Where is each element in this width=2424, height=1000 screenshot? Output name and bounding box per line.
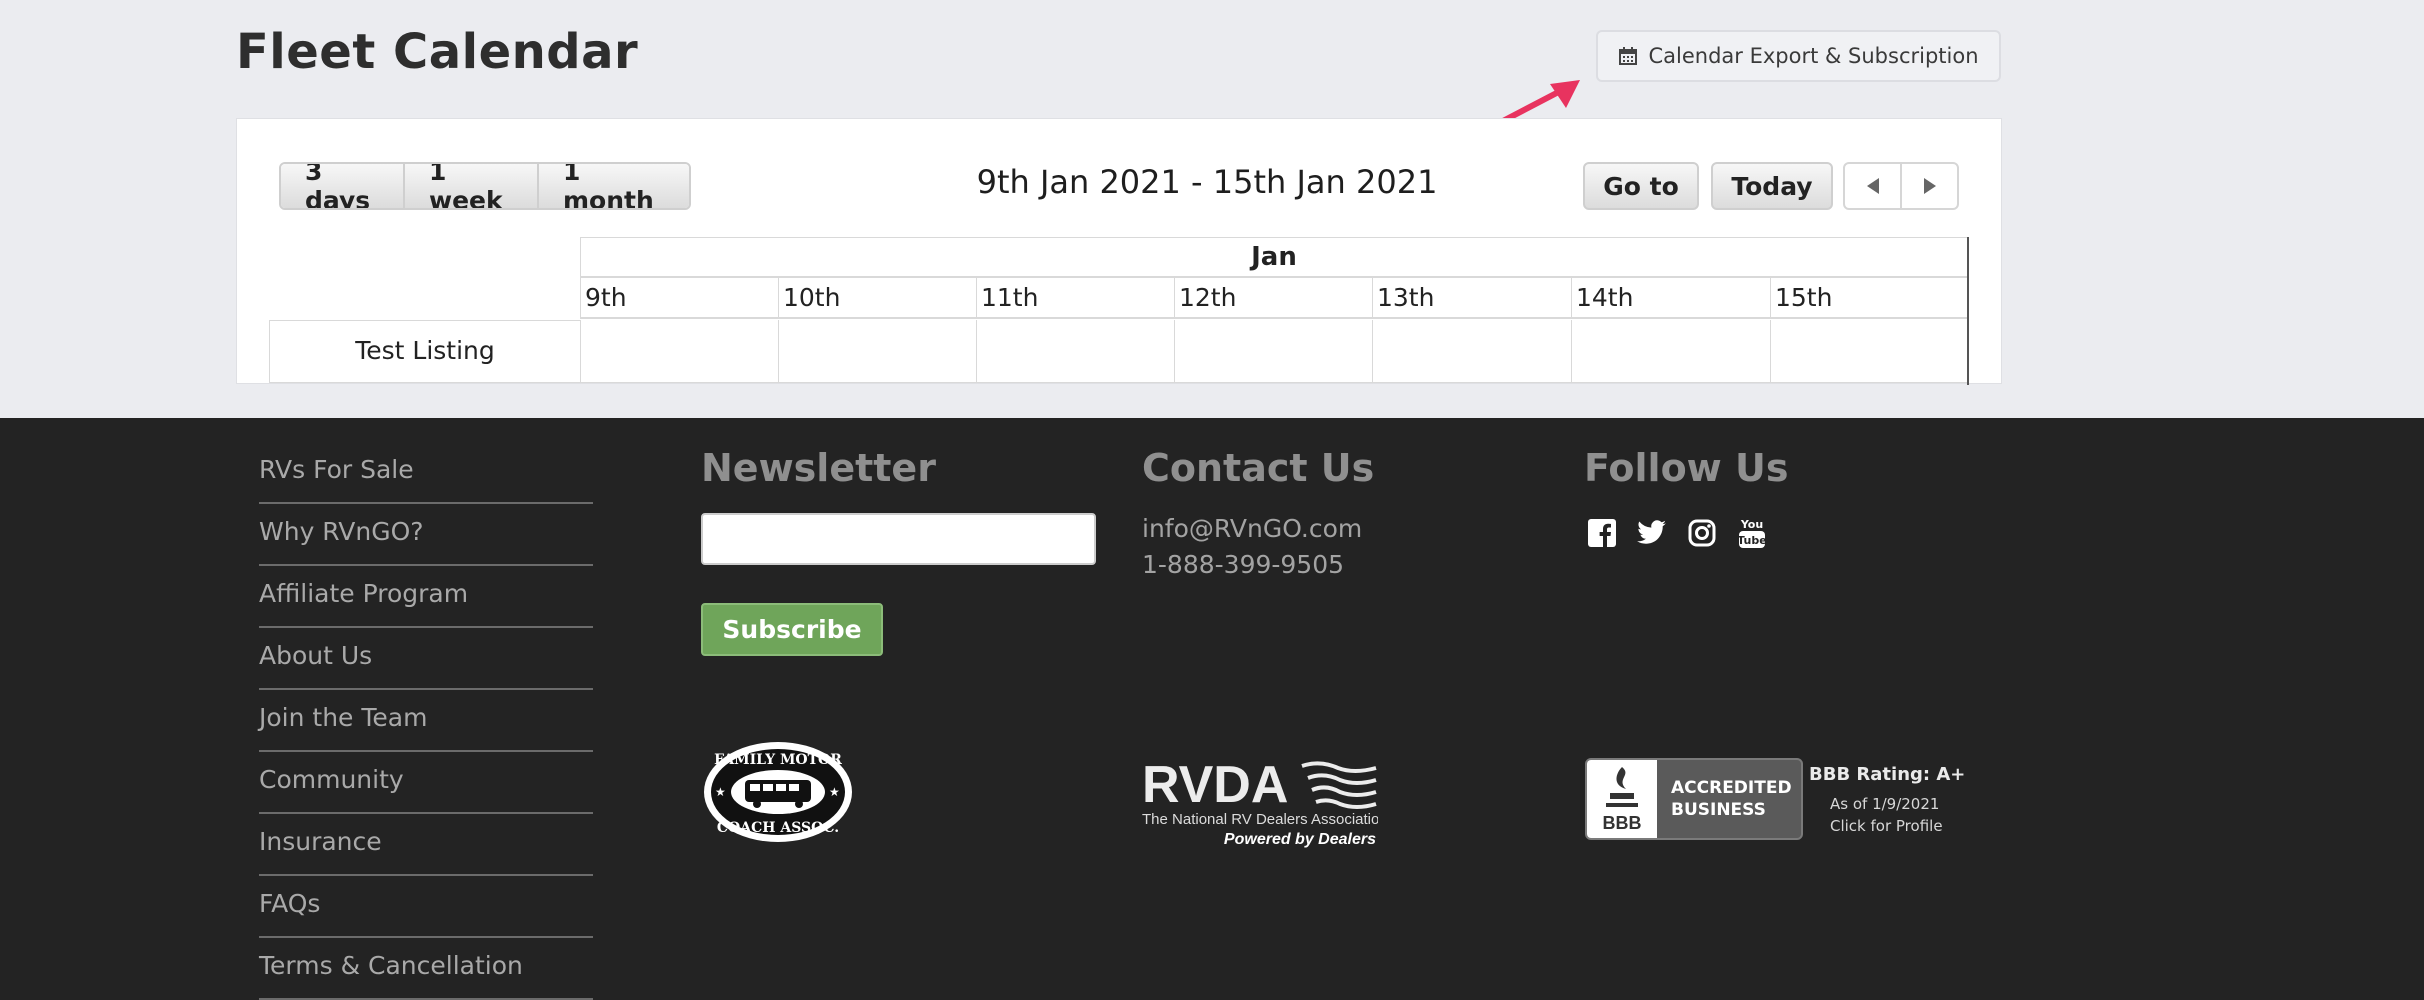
calendar-slot[interactable]	[1770, 320, 1967, 383]
facebook-icon[interactable]	[1587, 518, 1617, 548]
calendar-slot[interactable]	[1372, 320, 1571, 383]
footer-link-faqs[interactable]: FAQs	[259, 876, 593, 938]
bbb-click-profile[interactable]: Click for Profile	[1830, 817, 1943, 835]
today-button[interactable]: Today	[1711, 162, 1833, 210]
view-1-month-button[interactable]: 1 month	[539, 164, 689, 208]
footer-link-community[interactable]: Community	[259, 752, 593, 814]
view-1-week-button[interactable]: 1 week	[405, 164, 539, 208]
triangle-right-icon	[1923, 178, 1936, 194]
instagram-icon[interactable]	[1687, 518, 1717, 548]
follow-heading: Follow Us	[1584, 446, 1789, 490]
calendar-export-button[interactable]: Calendar Export & Subscription	[1596, 30, 2001, 82]
subscribe-button[interactable]: Subscribe	[701, 603, 883, 656]
page-title: Fleet Calendar	[236, 24, 639, 80]
bbb-accredited-text: ACCREDITED BUSINESS	[1671, 778, 1792, 820]
fmca-text: FAMILY MOTOR COACH ASSOC.	[714, 752, 842, 836]
day-header: 13th	[1372, 277, 1571, 319]
calendar-slot[interactable]	[1174, 320, 1372, 383]
svg-text:Tube: Tube	[1738, 534, 1766, 547]
footer-link-affiliate[interactable]: Affiliate Program	[259, 566, 593, 628]
top-section: Fleet Calendar Calendar Export & Subscri…	[0, 0, 2424, 418]
calendar-slot[interactable]	[1571, 320, 1770, 383]
svg-text:RVDA: RVDA	[1142, 756, 1288, 814]
day-header: 11th	[976, 277, 1174, 319]
calendar-icon	[1619, 47, 1638, 65]
calendar-slot[interactable]	[976, 320, 1174, 383]
footer-link-join-team[interactable]: Join the Team	[259, 690, 593, 752]
listing-row-label[interactable]: Test Listing	[269, 320, 580, 383]
bbb-seal-icon: BBB	[1587, 760, 1657, 838]
contact-email[interactable]: info@RVnGO.com	[1142, 514, 1362, 543]
calendar-slot[interactable]	[580, 320, 778, 383]
next-button[interactable]	[1902, 164, 1957, 208]
day-header: 10th	[778, 277, 976, 319]
month-header: Jan	[580, 237, 1969, 277]
footer-link-insurance[interactable]: Insurance	[259, 814, 593, 876]
twitter-icon[interactable]	[1637, 518, 1667, 548]
day-header: 9th	[580, 277, 778, 319]
site-footer: RVs For Sale Why RVnGO? Affiliate Progra…	[0, 418, 2424, 1000]
day-header: 15th	[1770, 277, 1967, 319]
bbb-rating[interactable]: BBB Rating: A+	[1809, 764, 1965, 785]
youtube-icon[interactable]: You Tube	[1737, 518, 1767, 548]
footer-link-why-rvngo[interactable]: Why RVnGO?	[259, 504, 593, 566]
footer-links: RVs For Sale Why RVnGO? Affiliate Progra…	[259, 442, 593, 1000]
svg-text:You: You	[1740, 518, 1763, 531]
social-icons: You Tube	[1587, 518, 1767, 548]
newsletter-heading: Newsletter	[701, 446, 936, 490]
calendar-export-label: Calendar Export & Subscription	[1648, 44, 1979, 68]
bbb-badge[interactable]: BBB ACCREDITED BUSINESS	[1585, 758, 1803, 840]
day-header: 14th	[1571, 277, 1770, 319]
view-button-group: 3 days 1 week 1 month	[279, 162, 691, 210]
newsletter-email-input[interactable]	[701, 513, 1096, 565]
triangle-left-icon	[1866, 178, 1879, 194]
footer-link-rvs-for-sale[interactable]: RVs For Sale	[259, 442, 593, 504]
go-to-button[interactable]: Go to	[1583, 162, 1699, 210]
svg-text:The National RV Dealers Associ: The National RV Dealers Association	[1142, 811, 1378, 828]
rvda-logo[interactable]: RVDA The National RV Dealers Association…	[1142, 756, 1378, 848]
svg-text:FAMILY MOTOR: FAMILY MOTOR	[714, 752, 842, 768]
contact-phone[interactable]: 1-888-399-9505	[1142, 550, 1344, 579]
calendar-card: 3 days 1 week 1 month 9th Jan 2021 - 15t…	[236, 118, 2002, 385]
svg-text:COACH ASSOC.: COACH ASSOC.	[717, 820, 839, 836]
prev-next-group	[1843, 162, 1959, 210]
svg-text:BBB: BBB	[1603, 813, 1642, 833]
previous-button[interactable]	[1845, 164, 1902, 208]
contact-heading: Contact Us	[1142, 446, 1375, 490]
grid-border	[1967, 237, 1969, 385]
bbb-as-of: As of 1/9/2021	[1830, 795, 1940, 813]
svg-text:Powered by Dealers: Powered by Dealers	[1224, 831, 1376, 848]
calendar-slot[interactable]	[778, 320, 976, 383]
view-3-days-button[interactable]: 3 days	[281, 164, 405, 208]
footer-link-terms[interactable]: Terms & Cancellation Policy	[259, 938, 593, 1000]
day-header: 12th	[1174, 277, 1372, 319]
date-range-label: 9th Jan 2021 - 15th Jan 2021	[976, 163, 1438, 201]
footer-link-about[interactable]: About Us	[259, 628, 593, 690]
